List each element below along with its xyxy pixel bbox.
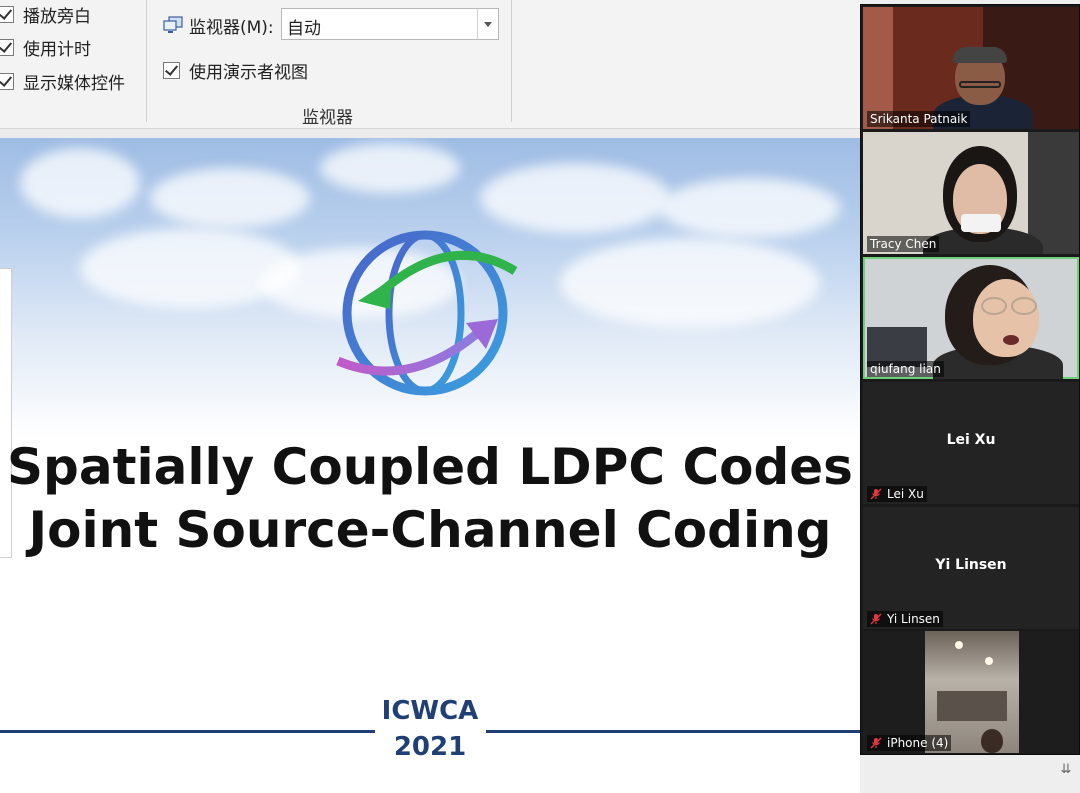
footer-year: 2021 [393, 732, 467, 762]
monitor-select-value: 自动 [287, 19, 321, 39]
participant-name: Srikanta Patnaik [867, 111, 971, 127]
checkbox-use-presenter-view[interactable]: 使用演示者视图 [163, 58, 308, 83]
participant-name: qiufang lian [867, 361, 944, 377]
meeting-video-panel: Srikanta Patnaik Tracy Chen qiufang lian [860, 4, 1080, 755]
checkbox-checked-icon [0, 5, 14, 23]
participant-display-name: Lei Xu [946, 432, 996, 448]
participant-name: Lei Xu [867, 486, 927, 502]
ribbon-slideshow-tab: 播放旁白 使用计时 显示媒体控件 监视器(M): 自动 使用演示者视图 监视器 [0, 0, 860, 129]
checkbox-label: 显示媒体控件 [23, 73, 125, 94]
slide-title-line2: Joint Source-Channel Coding [28, 501, 832, 559]
monitor-label-text: 监视器(M): [189, 17, 274, 38]
checkbox-label: 播放旁白 [23, 6, 91, 27]
checkbox-checked-icon [0, 38, 14, 56]
screen: 播放旁白 使用计时 显示媒体控件 监视器(M): 自动 使用演示者视图 监视器 … [0, 0, 1080, 793]
checkbox-checked-icon [163, 61, 180, 79]
checkbox-checked-icon [0, 72, 14, 90]
participant-name: Tracy Chen [867, 236, 940, 252]
footer-divider-right [486, 730, 860, 733]
participant-tile[interactable]: Srikanta Patnaik [863, 7, 1079, 129]
monitor-select[interactable]: 自动 [281, 8, 499, 40]
participant-tile[interactable]: Tracy Chen [863, 132, 1079, 254]
monitor-label: 监视器(M): [163, 12, 274, 38]
participant-tile[interactable]: iPhone (4) [863, 631, 1079, 753]
presentation-slide: Spatially Coupled LDPC Codes Joint Sourc… [0, 138, 860, 793]
checkbox-use-timings[interactable]: 使用计时 [0, 35, 91, 60]
participant-display-name: Yi Linsen [935, 557, 1007, 573]
chevron-down-icon[interactable] [477, 9, 498, 39]
ribbon-group-label: 监视器 [302, 108, 353, 128]
mic-muted-icon [870, 613, 882, 625]
participant-tile-active-speaker[interactable]: qiufang lian [863, 257, 1079, 379]
ribbon-separator [146, 0, 147, 122]
globe-arrows-logo [336, 230, 518, 396]
slide-title-line1: Spatially Coupled LDPC Codes [7, 438, 853, 496]
footer-divider-left [0, 730, 375, 733]
checkbox-play-narration[interactable]: 播放旁白 [0, 2, 91, 27]
participant-name: Yi Linsen [867, 611, 943, 627]
checkbox-label: 使用演示者视图 [189, 62, 308, 83]
monitor-icon [163, 16, 183, 33]
participant-name: iPhone (4) [867, 735, 952, 751]
double-chevron-down-icon[interactable]: ⇊ [1058, 762, 1074, 778]
footer-org: ICWCA [381, 696, 479, 726]
ribbon-separator [511, 0, 512, 122]
checkbox-show-media-controls[interactable]: 显示媒体控件 [0, 69, 125, 94]
checkbox-label: 使用计时 [23, 39, 91, 60]
participant-tile[interactable]: Yi Linsen Yi Linsen [863, 507, 1079, 629]
participant-tile[interactable]: Lei Xu Lei Xu [863, 382, 1079, 504]
mic-muted-icon [870, 737, 882, 749]
mic-muted-icon [870, 488, 882, 500]
